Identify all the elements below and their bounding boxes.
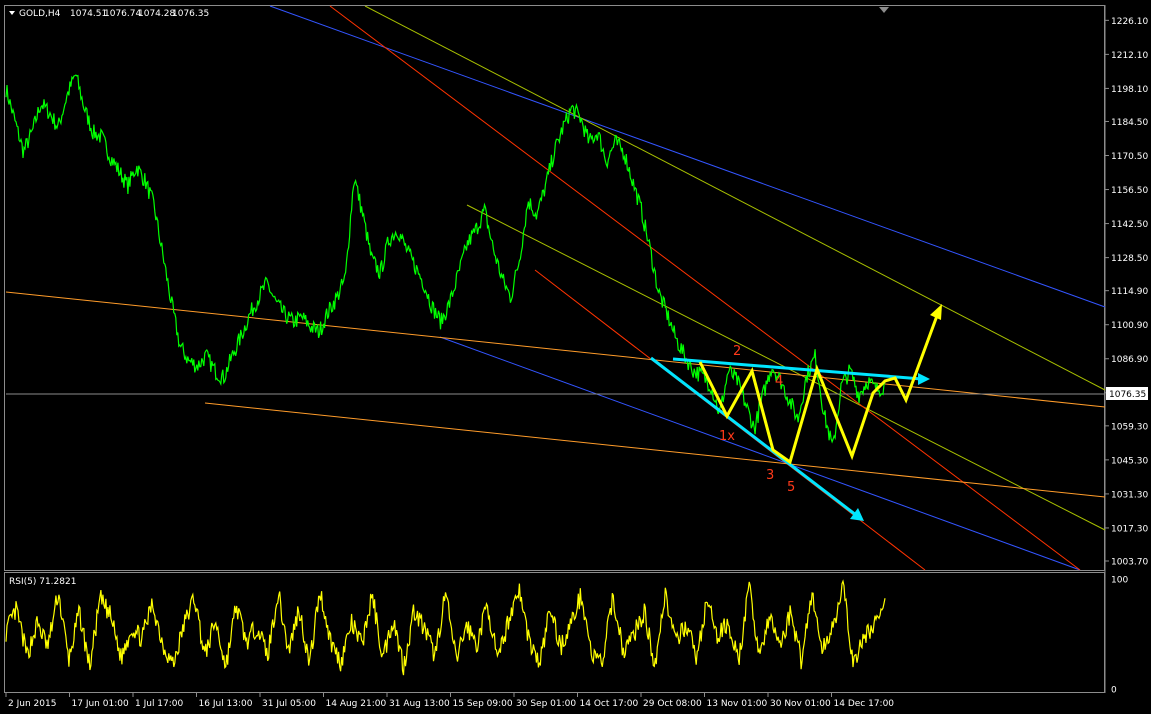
- yellow-projection-arrowhead: [930, 304, 942, 320]
- rsi-title: RSI(5) 71.2821: [9, 577, 76, 587]
- yellow-zigzag-line[interactable]: [698, 312, 940, 465]
- rsi-series-line: [5, 579, 886, 676]
- chart-canvas: 1x 2 3 4 5 GOLD,H4 1074.51 1076.74 1074.…: [4, 5, 1148, 709]
- time-tick-label: 30 Sep 01:00: [516, 699, 576, 709]
- price-tick-label: 1198.10: [1111, 85, 1148, 95]
- price-tick-label: 1142.50: [1111, 220, 1148, 230]
- time-tick-label: 1 Jul 17:00: [135, 699, 184, 709]
- price-series-line: [5, 74, 886, 444]
- ohlc-close: 1076.35: [172, 9, 209, 19]
- time-tick-label: 14 Dec 17:00: [834, 699, 895, 709]
- time-tick-label: 14 Oct 17:00: [580, 699, 639, 709]
- cyan-wedge-upper-arrowhead: [918, 373, 930, 385]
- price-tick-label: 1170.50: [1111, 152, 1148, 162]
- price-tick-label: 1128.50: [1111, 254, 1148, 264]
- ohlc-high: 1076.74: [104, 9, 141, 19]
- blue-channel-upper-line[interactable]: [269, 5, 1106, 308]
- price-tick-label: 1031.30: [1111, 490, 1148, 500]
- price-tick-label: 1045.30: [1111, 456, 1148, 466]
- rsi-panel-frame: [4, 572, 1105, 693]
- price-axis: 1226.10 1212.10 1198.10 1184.50 1170.50 1156.…: [1105, 17, 1148, 568]
- price-tick-label: 1086.90: [1111, 355, 1148, 365]
- shift-marker-icon[interactable]: [879, 7, 889, 13]
- price-tick-label: 1156.50: [1111, 186, 1148, 196]
- price-tick-label: 1226.10: [1111, 17, 1148, 27]
- price-tick-label: 1059.30: [1111, 422, 1148, 432]
- red-channel-upper-line[interactable]: [329, 5, 1081, 571]
- price-tick-label: 1100.90: [1111, 321, 1148, 331]
- price-panel-frame: [4, 5, 1105, 571]
- blue-channel-lower-line[interactable]: [439, 336, 1081, 571]
- rsi-tick-label: 100: [1111, 576, 1128, 586]
- current-price-badge-text: 1076.35: [1109, 390, 1146, 400]
- price-tick-label: 1184.50: [1111, 118, 1148, 128]
- yellow-wave-projection: [698, 304, 942, 465]
- price-tick-label: 1114.90: [1111, 287, 1148, 297]
- time-tick-label: 29 Oct 08:00: [643, 699, 702, 709]
- wave-label-3: 3: [766, 468, 774, 483]
- symbol-label: GOLD,H4: [19, 9, 61, 19]
- cyan-wedge: [650, 356, 930, 521]
- time-tick-label: 15 Sep 09:00: [453, 699, 513, 709]
- price-tick-label: 1017.30: [1111, 524, 1148, 534]
- ohlc-open: 1074.51: [70, 9, 107, 19]
- time-tick-label: 31 Jul 05:00: [262, 699, 316, 709]
- wave-label-2: 2: [733, 344, 741, 359]
- time-tick-label: 13 Nov 01:00: [707, 699, 768, 709]
- trend-line-objects: [5, 5, 1106, 571]
- time-axis: 2 Jun 2015 17 Jun 01:00 1 Jul 17:00 16 Jul …: [5, 693, 895, 709]
- price-tick-label: 1212.10: [1111, 51, 1148, 61]
- price-tick-label: 1003.70: [1111, 558, 1148, 568]
- time-tick-label: 31 Aug 13:00: [389, 699, 450, 709]
- olive-channel-upper-line[interactable]: [364, 5, 1106, 391]
- time-tick-label: 16 Jul 13:00: [199, 699, 253, 709]
- orange-lower-line[interactable]: [204, 402, 1106, 498]
- rsi-tick-label: 0: [1111, 686, 1117, 696]
- ohlc-low: 1074.28: [138, 9, 175, 19]
- chart-menu-triangle-icon[interactable]: [9, 11, 15, 15]
- rsi-axis: 100 0: [1111, 576, 1128, 696]
- wave-label-5: 5: [787, 480, 795, 495]
- wave-label-1x: 1x: [719, 429, 735, 444]
- time-tick-label: 30 Nov 01:00: [770, 699, 831, 709]
- current-price-badge: 1076.35: [1106, 387, 1148, 400]
- time-tick-label: 17 Jun 01:00: [72, 699, 129, 709]
- wave-label-4: 4: [775, 374, 783, 389]
- trading-chart-window: 1x 2 3 4 5 GOLD,H4 1074.51 1076.74 1074.…: [0, 0, 1151, 710]
- chart-header: GOLD,H4 1074.51 1076.74 1074.28 1076.35: [9, 7, 889, 19]
- time-tick-label: 2 Jun 2015: [8, 699, 56, 709]
- cyan-wedge-upper-line[interactable]: [672, 357, 923, 381]
- time-tick-label: 14 Aug 21:00: [326, 699, 387, 709]
